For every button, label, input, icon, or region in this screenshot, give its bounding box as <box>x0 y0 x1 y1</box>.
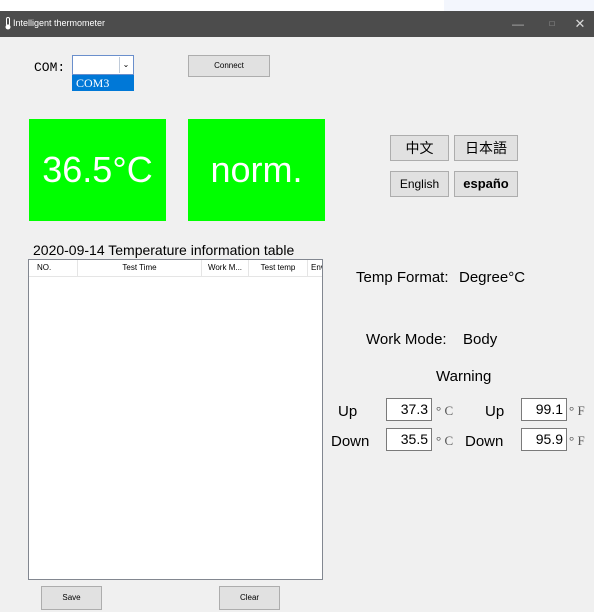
column-header-test-time[interactable]: Test Time <box>78 260 202 276</box>
celsius-unit-up: ° C <box>436 403 454 418</box>
celsius-unit-down: ° C <box>436 433 454 448</box>
temp-format-label: Temp Format: <box>356 269 449 286</box>
warning-up-fahrenheit-label: Up <box>485 403 505 420</box>
close-button[interactable]: ✕ <box>567 11 593 37</box>
save-button[interactable]: Save <box>41 586 102 610</box>
column-header-test-temp[interactable]: Test temp <box>249 260 308 276</box>
warning-down-fahrenheit-label: Down <box>465 433 504 450</box>
warning-up-celsius-field[interactable]: 37.3 <box>386 398 432 421</box>
warning-title: Warning <box>436 368 492 385</box>
language-japanese-button[interactable]: 日本語 <box>454 135 518 161</box>
table-header: NO. Test Time Work M... Test temp Enviro… <box>29 260 322 277</box>
work-mode-label: Work Mode: <box>366 331 447 348</box>
warning-up-celsius-label: Up <box>338 403 358 420</box>
warning-up-fahrenheit-field[interactable]: 99.1 <box>521 398 567 421</box>
column-header-work-mode[interactable]: Work M... <box>202 260 249 276</box>
column-header-no[interactable]: NO. <box>29 260 78 276</box>
language-english-button[interactable]: English <box>390 171 449 197</box>
com-option-com3[interactable]: COM3 <box>72 75 134 91</box>
app-window: Intelligent thermometer — □ ✕ COM: ⌄ COM… <box>0 11 594 612</box>
maximize-button[interactable]: □ <box>539 11 565 37</box>
column-header-environment[interactable]: Environme <box>308 260 322 276</box>
thermometer-icon <box>5 17 11 30</box>
fahrenheit-unit-up: ° F <box>569 403 585 418</box>
temperature-display: 36.5°C <box>29 119 166 221</box>
fahrenheit-unit-down: ° F <box>569 433 585 448</box>
clear-button[interactable]: Clear <box>219 586 280 610</box>
language-chinese-button[interactable]: 中文 <box>390 135 449 161</box>
window-title: Intelligent thermometer <box>13 18 106 28</box>
connect-button[interactable]: Connect <box>188 55 270 77</box>
status-display: norm. <box>188 119 325 221</box>
table-title: 2020-09-14 Temperature information table <box>33 242 295 258</box>
client-area: COM: ⌄ COM3 Connect 36.5°C norm. 中文 日本語 … <box>0 37 594 612</box>
warning-down-celsius-label: Down <box>331 433 370 450</box>
minimize-button[interactable]: — <box>505 11 531 37</box>
warning-down-celsius-field[interactable]: 35.5 <box>386 428 432 451</box>
chevron-down-icon[interactable]: ⌄ <box>119 57 132 73</box>
com-port-select[interactable]: ⌄ <box>72 55 134 75</box>
title-bar[interactable]: Intelligent thermometer — □ ✕ <box>0 11 594 37</box>
language-spanish-button[interactable]: españo <box>454 171 518 197</box>
temp-format-value: Degree°C <box>459 269 526 286</box>
work-mode-value: Body <box>463 331 498 348</box>
com-label: COM: <box>34 60 66 75</box>
temperature-table[interactable]: NO. Test Time Work M... Test temp Enviro… <box>28 259 323 580</box>
warning-down-fahrenheit-field[interactable]: 95.9 <box>521 428 567 451</box>
